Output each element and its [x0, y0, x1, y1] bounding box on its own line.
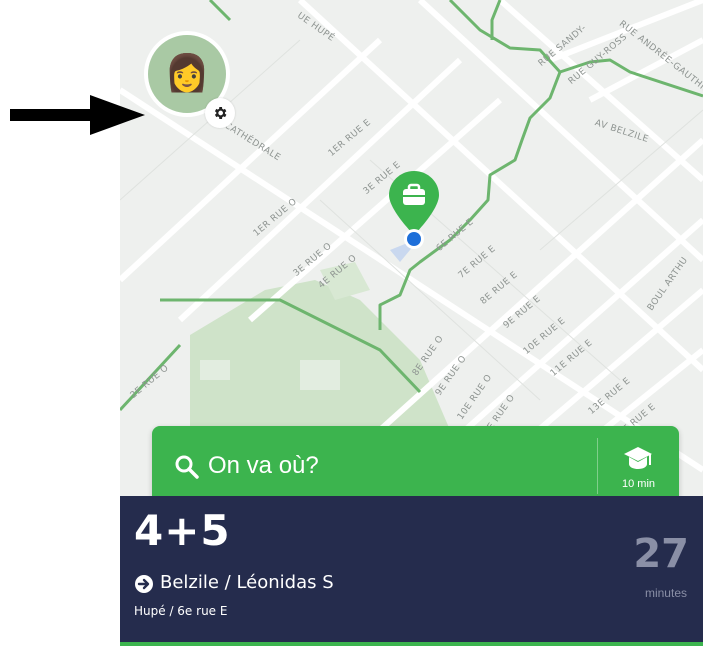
destination-pin-icon[interactable]	[389, 171, 439, 253]
graduation-cap-icon	[624, 447, 652, 469]
search-bar[interactable]: On va où? 10 min	[152, 426, 679, 506]
route-direction: Belzile / Léonidas S	[160, 572, 334, 593]
school-travel-time: 10 min	[621, 478, 656, 490]
minutes-value: 27	[633, 531, 689, 577]
gear-icon	[214, 107, 227, 119]
search-input[interactable]: On va où?	[208, 452, 319, 480]
search-icon	[175, 455, 199, 479]
annotation-arrow-icon	[10, 95, 145, 135]
direction-arrow-icon	[135, 575, 153, 593]
minutes-label: minutes	[644, 586, 687, 600]
panel-accent-line	[120, 642, 703, 646]
school-shortcut-button[interactable]: 10 min	[598, 438, 679, 498]
settings-button[interactable]	[205, 98, 235, 128]
avatar-emoji: 👩	[164, 53, 210, 94]
stop-name: Hupé / 6e rue E	[134, 604, 228, 618]
next-departure-panel[interactable]: 4+5 Belzile / Léonidas S Hupé / 6e rue E…	[120, 496, 703, 642]
route-number: 4+5	[134, 506, 231, 555]
